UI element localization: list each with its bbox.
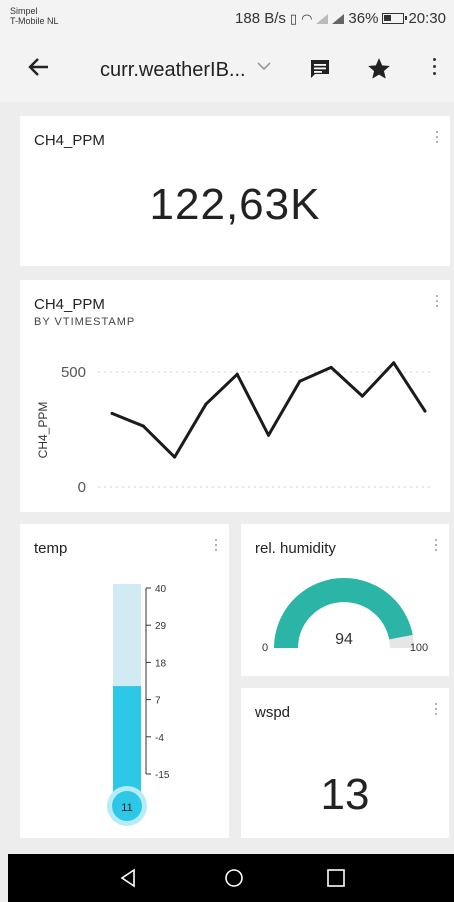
gauge-max-label: 100 <box>410 642 428 654</box>
app-bar: curr.weatherIB... <box>0 40 454 102</box>
humidity-value: 94 <box>335 631 353 648</box>
y-axis-label: CH4_PPM <box>36 402 50 459</box>
thermometer: 11 40 29 18 7 -4 -15 <box>107 584 170 826</box>
back-arrow-icon[interactable] <box>28 54 50 85</box>
data-point-9 <box>392 361 396 365</box>
thermo-tick-label-1: 29 <box>155 621 167 632</box>
data-point-7 <box>329 365 333 369</box>
data-point-2 <box>173 455 177 459</box>
line-chart: CH4_PPM 500 0 <box>36 361 430 496</box>
wspd-card: wspd 13 <box>241 688 449 838</box>
thermo-tick-label-3: 7 <box>155 696 161 707</box>
thermo-tick-label-0: 40 <box>155 584 167 595</box>
thermo-tick-label-4: -4 <box>155 733 164 744</box>
thermo-tick-label-5: -15 <box>155 770 170 781</box>
y-tick-0: 0 <box>78 479 86 496</box>
carrier-label: Simpel T-Mobile NL <box>10 6 59 26</box>
y-tick-500: 500 <box>61 364 86 381</box>
series-line <box>111 361 427 459</box>
ch4-chart-card: CH4_PPM BY VTIMESTAMP CH4_PPM 500 0 <box>20 280 450 512</box>
nav-recents-icon[interactable] <box>326 868 346 888</box>
card-title: wspd <box>255 704 291 721</box>
wspd-value: 13 <box>320 770 370 819</box>
data-point-1 <box>141 424 145 428</box>
ch4-value: 122,63K <box>149 180 321 229</box>
vibrate-icon: ▯ <box>289 10 298 26</box>
card-title: CH4_PPM <box>34 132 105 149</box>
battery-percent: 36% <box>348 10 379 27</box>
data-point-6 <box>298 379 302 383</box>
gauge-min-label: 0 <box>262 642 268 654</box>
signal-icon-2 <box>332 13 345 24</box>
wifi-icon: ◠ <box>301 10 313 26</box>
data-point-10 <box>423 409 427 413</box>
data-point-0 <box>110 411 114 415</box>
humidity-card: rel. humidity 94 0 100 <box>241 524 449 676</box>
system-nav-bar <box>8 854 454 902</box>
carrier-line-1: Simpel <box>10 6 38 16</box>
humidity-gauge: 94 0 100 <box>262 578 428 654</box>
battery-icon <box>382 13 408 24</box>
dashboard-title[interactable]: curr.weatherIB... <box>100 59 246 82</box>
more-menu-icon[interactable] <box>424 54 444 84</box>
thermo-tick-label-2: 18 <box>155 658 167 669</box>
temp-value: 11 <box>121 802 132 814</box>
data-point-5 <box>267 433 270 437</box>
data-point-3 <box>204 402 208 406</box>
data-point-4 <box>235 372 239 376</box>
status-bar: Simpel T-Mobile NL 188 B/s ▯ ◠ 36% 20:30 <box>0 0 454 40</box>
signal-icon <box>316 13 329 24</box>
clock: 20:30 <box>408 10 446 27</box>
comment-icon[interactable] <box>309 58 331 78</box>
net-speed: 188 B/s <box>235 10 286 27</box>
status-indicators: 188 B/s ▯ ◠ 36% 20:30 <box>235 10 446 27</box>
nav-back-icon[interactable] <box>118 868 138 888</box>
temp-card: temp 11 40 29 18 7 -4 -15 <box>20 524 229 838</box>
nav-home-icon[interactable] <box>224 868 244 888</box>
chevron-down-icon[interactable] <box>256 58 272 79</box>
card-menu-icon[interactable] <box>430 128 444 146</box>
card-menu-icon[interactable] <box>429 700 443 718</box>
ch4-value-card: CH4_PPM 122,63K <box>20 116 450 266</box>
star-icon[interactable] <box>366 56 392 82</box>
data-point-8 <box>360 394 364 398</box>
carrier-line-2: T-Mobile NL <box>10 16 59 26</box>
